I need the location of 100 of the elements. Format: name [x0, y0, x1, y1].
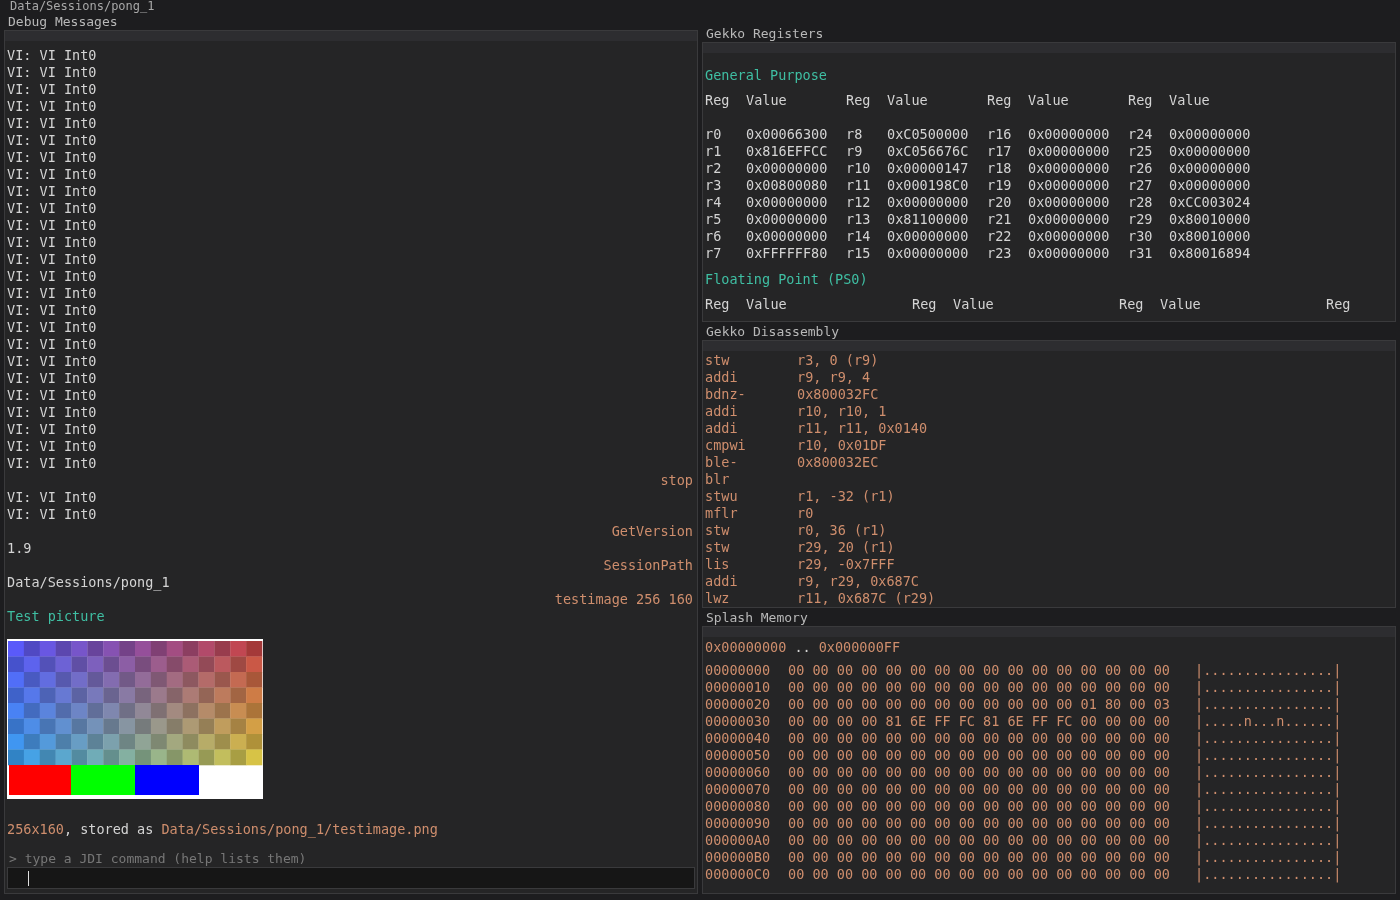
- log-line: VI: VI Int0: [7, 302, 97, 318]
- log-line: VI: VI Int0: [7, 489, 97, 505]
- log-line: VI: VI Int0: [7, 200, 97, 216]
- memory-address: 00000020: [705, 696, 772, 713]
- register-value: 0x00000000: [746, 160, 829, 177]
- log-line: VI: VI Int0: [7, 506, 97, 522]
- mnemonic: lis: [705, 556, 731, 573]
- mnemonic: addi: [705, 420, 739, 437]
- mnemonic: stwu: [705, 488, 739, 505]
- column-header: Reg: [987, 92, 1013, 109]
- command-echo: SessionPath: [603, 557, 693, 573]
- log-line: 1.9: [7, 540, 32, 556]
- log-line: 256x160, stored as Data/Sessions/pong_1/testimage.png: [7, 821, 438, 837]
- log-line: VI: VI Int0: [7, 64, 97, 80]
- log-line: VI: VI Int0: [7, 438, 97, 454]
- log-heading: Test picture: [7, 608, 105, 624]
- register-value: 0x00000000: [1028, 143, 1111, 160]
- register-value: 0x00800080: [746, 177, 829, 194]
- register-value: 0x00000000: [1028, 160, 1111, 177]
- operands: r11, r11, 0x0140: [797, 420, 929, 437]
- register-value: 0x00000000: [1028, 126, 1111, 143]
- register-name: r1: [705, 143, 723, 160]
- register-value: 0x00000000: [746, 228, 829, 245]
- register-value: 0xCC003024: [1169, 194, 1252, 211]
- operands: r29, -0x7FFF: [797, 556, 896, 573]
- register-name: r11: [846, 177, 872, 194]
- mnemonic: cmpwi: [705, 437, 747, 454]
- memory-bytes: 00 00 00 00 00 00 00 00 00 00 00 00 01 80 00 03: [788, 696, 1171, 713]
- command-echo: stop: [660, 472, 693, 488]
- panel-title: Gekko Registers: [705, 26, 825, 42]
- memory-ascii: |.....n...n......|: [1195, 713, 1342, 730]
- register-value: 0x00000000: [887, 228, 970, 245]
- column-header: Value: [1160, 296, 1202, 313]
- mnemonic: addi: [705, 369, 739, 386]
- memory-bytes: 00 00 00 00 00 00 00 00 00 00 00 00 00 00 00 00: [788, 849, 1171, 866]
- register-value: 0x00000000: [1028, 228, 1111, 245]
- column-header: Reg: [705, 92, 731, 109]
- register-value: 0x00000000: [1028, 177, 1111, 194]
- register-name: r4: [705, 194, 723, 211]
- log-line: VI: VI Int0: [7, 285, 97, 301]
- memory-ascii: |................|: [1195, 662, 1342, 679]
- memory-ascii: |................|: [1195, 832, 1342, 849]
- memory-bytes: 00 00 00 00 00 00 00 00 00 00 00 00 00 00 00 00: [788, 764, 1171, 781]
- register-name: r10: [846, 160, 872, 177]
- memory-bytes: 00 00 00 00 00 00 00 00 00 00 00 00 00 00 00 00: [788, 832, 1171, 849]
- register-value: 0x00066300: [746, 126, 829, 143]
- register-name: r15: [846, 245, 872, 262]
- mnemonic: stw: [705, 522, 731, 539]
- column-header: Value: [1028, 92, 1070, 109]
- operands: r1, -32 (r1): [797, 488, 896, 505]
- register-name: r28: [1128, 194, 1154, 211]
- register-value: 0x80010000: [1169, 211, 1252, 228]
- log-line: VI: VI Int0: [7, 132, 97, 148]
- range-end: 0x000000FF: [818, 639, 900, 656]
- log-line: VI: VI Int0: [7, 268, 97, 284]
- mnemonic: addi: [705, 573, 739, 590]
- register-value: 0x00000000: [1028, 194, 1111, 211]
- column-header: Value: [746, 92, 788, 109]
- register-value: 0x00000000: [887, 245, 970, 262]
- memory-bytes: 00 00 00 00 00 00 00 00 00 00 00 00 00 00 00 00: [788, 747, 1171, 764]
- memory-ascii: |................|: [1195, 798, 1342, 815]
- panel-title: Gekko Disassembly: [705, 324, 841, 340]
- section-heading: Floating Point (PS0): [705, 271, 869, 288]
- register-name: r8: [846, 126, 864, 143]
- register-name: r19: [987, 177, 1013, 194]
- column-header: Value: [953, 296, 995, 313]
- log-line: VI: VI Int0: [7, 217, 97, 233]
- mnemonic: blr: [705, 471, 731, 488]
- register-name: r18: [987, 160, 1013, 177]
- column-header: Reg: [1119, 296, 1145, 313]
- memory-address: 00000070: [705, 781, 772, 798]
- memory-ascii: |................|: [1195, 866, 1342, 883]
- memory-address: 000000C0: [705, 866, 772, 883]
- register-value: 0x00000000: [1169, 126, 1252, 143]
- register-name: r13: [846, 211, 872, 228]
- command-echo: GetVersion: [611, 523, 693, 539]
- memory-address: 000000B0: [705, 849, 772, 866]
- log-line: VI: VI Int0: [7, 387, 97, 403]
- log-line: VI: VI Int0: [7, 421, 97, 437]
- log-line: VI: VI Int0: [7, 370, 97, 386]
- register-value: 0x80016894: [1169, 245, 1252, 262]
- log-line: VI: VI Int0: [7, 404, 97, 420]
- log-line: VI: VI Int0: [7, 455, 97, 471]
- register-name: r29: [1128, 211, 1154, 228]
- column-header: Reg: [912, 296, 938, 313]
- column-header: Reg: [846, 92, 872, 109]
- memory-ascii: |................|: [1195, 696, 1342, 713]
- log-line: VI: VI Int0: [7, 251, 97, 267]
- mnemonic: mflr: [705, 505, 739, 522]
- memory-ascii: |................|: [1195, 679, 1342, 696]
- operands: r10, 0x01DF: [797, 437, 888, 454]
- log-line: VI: VI Int0: [7, 336, 97, 352]
- log-line: VI: VI Int0: [7, 115, 97, 131]
- log-line: VI: VI Int0: [7, 353, 97, 369]
- memory-address: 00000080: [705, 798, 772, 815]
- memory-address: 00000000: [705, 662, 772, 679]
- register-value: 0x00000000: [1169, 160, 1252, 177]
- log-line: VI: VI Int0: [7, 98, 97, 114]
- command-input[interactable]: [7, 867, 695, 889]
- register-name: r24: [1128, 126, 1154, 143]
